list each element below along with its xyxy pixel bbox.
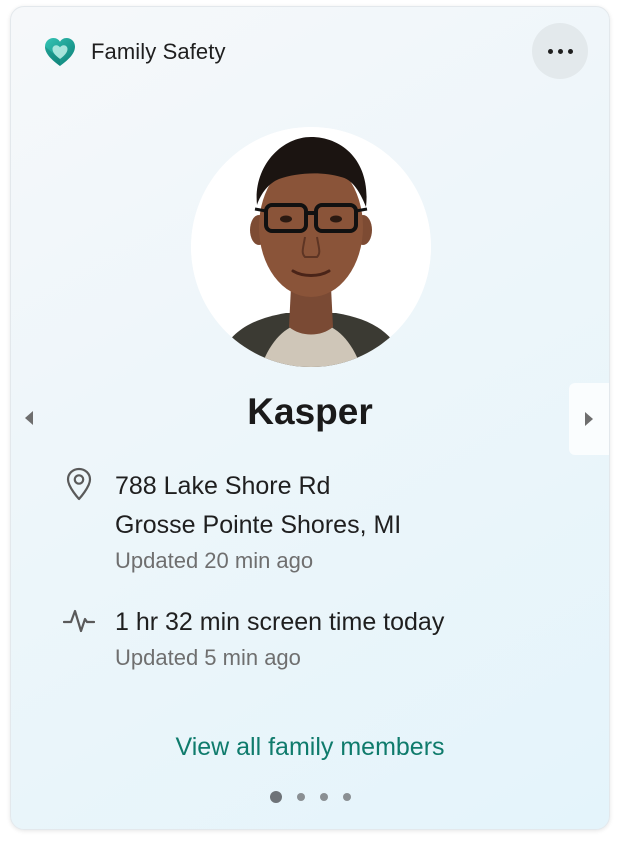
family-safety-widget: Family Safety Kasper 788 Lake Shore Rd G… <box>10 6 610 830</box>
member-avatar <box>191 127 431 367</box>
member-avatar-photo <box>191 127 431 367</box>
activity-pulse-icon <box>63 609 95 633</box>
view-all-family-members-link[interactable]: View all family members <box>11 733 609 762</box>
location-info: 788 Lake Shore Rd Grosse Pointe Shores, … <box>63 467 401 577</box>
location-updated: Updated 20 min ago <box>115 548 314 573</box>
widget-header: Family Safety <box>43 35 226 69</box>
page-dot-1[interactable] <box>269 791 282 803</box>
member-name: Kasper <box>247 391 373 432</box>
address-line-1: 788 Lake Shore Rd <box>115 472 331 500</box>
more-horizontal-icon <box>547 48 573 54</box>
screen-time-summary: 1 hr 32 min screen time today <box>115 608 445 636</box>
location-pin-icon <box>66 467 92 501</box>
more-options-button[interactable] <box>532 23 588 79</box>
page-dot-2[interactable] <box>296 793 305 801</box>
page-dot-3[interactable] <box>319 793 328 801</box>
screen-time-info: 1 hr 32 min screen time today Updated 5 … <box>63 603 444 674</box>
app-title: Family Safety <box>91 39 226 64</box>
family-safety-logo-icon <box>45 38 75 66</box>
address-line-2: Grosse Pointe Shores, MI <box>115 511 402 539</box>
page-indicator <box>11 791 609 803</box>
screen-time-updated: Updated 5 min ago <box>115 645 301 670</box>
page-dot-4[interactable] <box>342 793 351 801</box>
